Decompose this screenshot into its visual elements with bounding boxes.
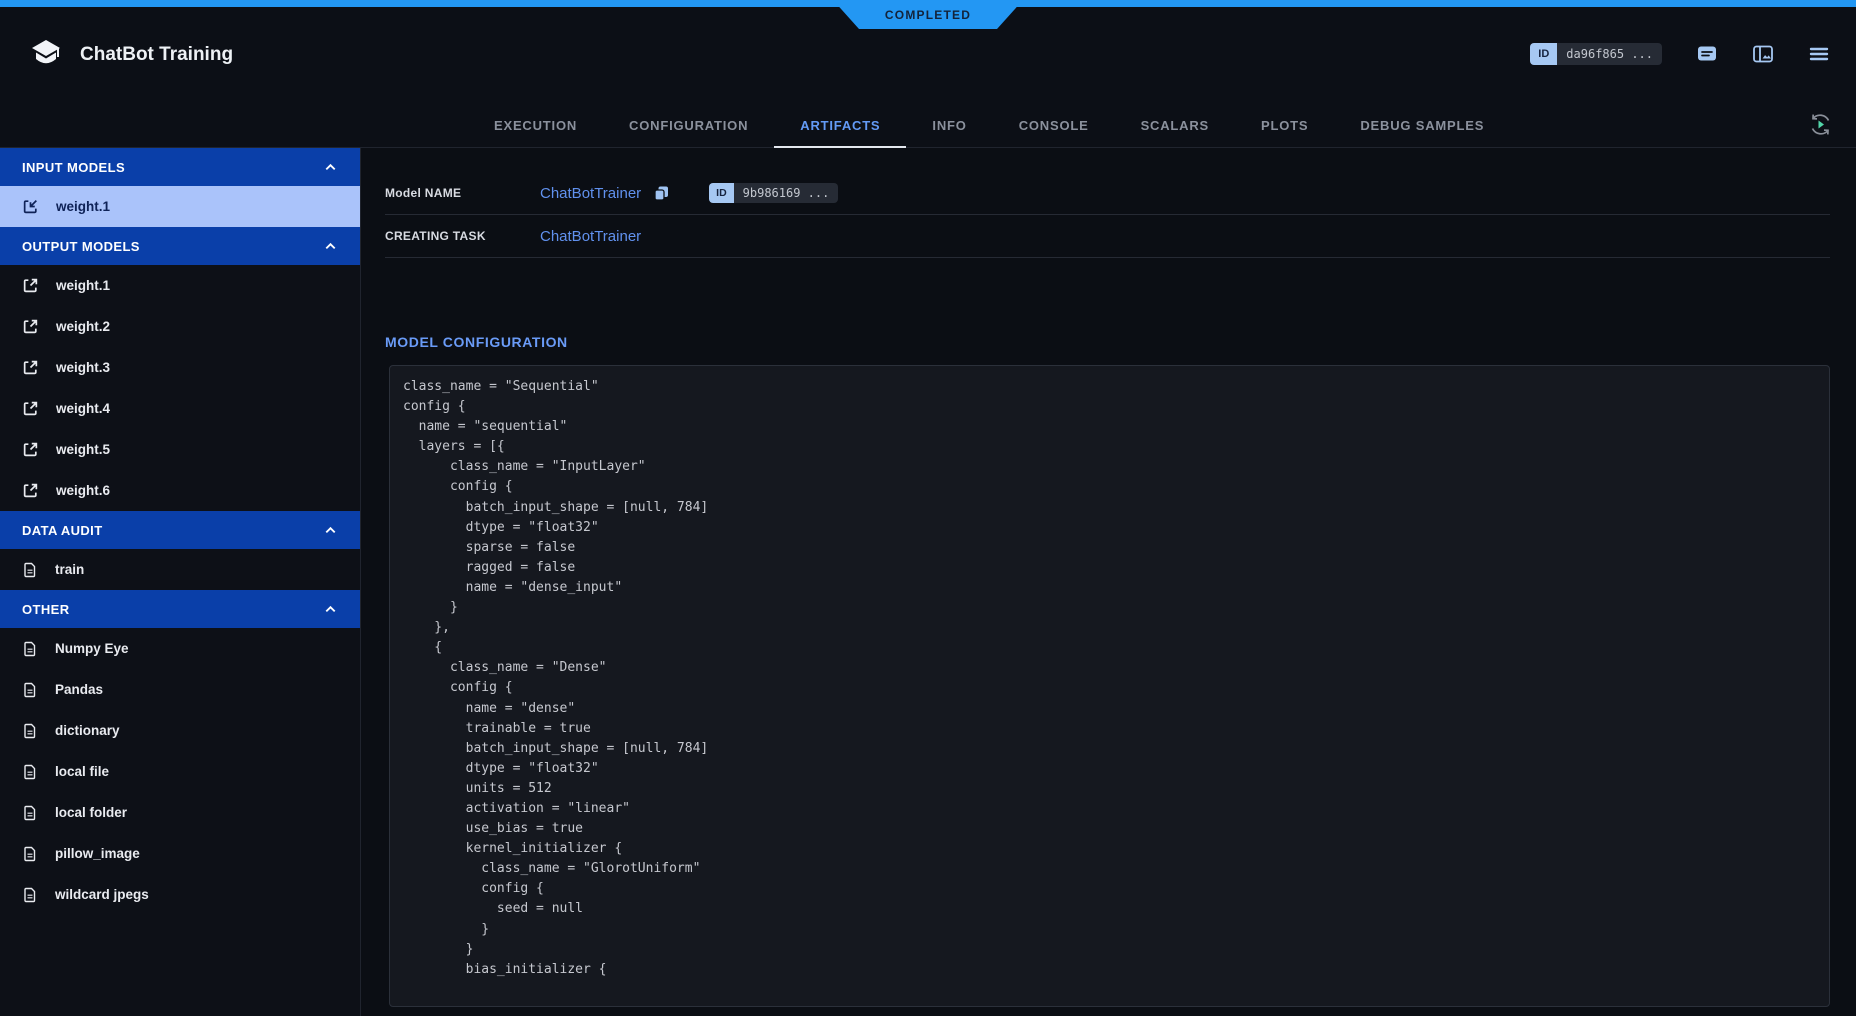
sidebar-item-numpy-eye[interactable]: Numpy Eye (0, 628, 360, 669)
code-text: class_name = "Sequential" config { name … (403, 377, 1816, 980)
sidebar-item-label: local file (55, 764, 109, 779)
sidebar-item-local-folder[interactable]: local folder (0, 792, 360, 833)
chevron-up-icon (323, 160, 338, 175)
import-icon (22, 198, 39, 215)
sidebar-item-pandas[interactable]: Pandas (0, 669, 360, 710)
tab-bar: EXECUTION CONFIGURATION ARTIFACTS INFO C… (468, 103, 1510, 148)
sidebar-item-label: train (55, 562, 84, 577)
tab-configuration[interactable]: CONFIGURATION (603, 103, 774, 148)
sidebar-item-label: wildcard jpegs (55, 887, 149, 902)
copy-icon[interactable] (652, 184, 671, 203)
sidebar-section-output-models[interactable]: OUTPUT MODELS (0, 227, 360, 265)
tab-execution[interactable]: EXECUTION (468, 103, 603, 148)
chevron-up-icon (323, 602, 338, 617)
page-title: ChatBot Training (80, 44, 233, 66)
sidebar-item-label: dictionary (55, 723, 120, 738)
section-title: OTHER (22, 602, 70, 617)
sidebar-item-train[interactable]: train (0, 549, 360, 590)
sidebar-item-label: Numpy Eye (55, 641, 129, 656)
menu-icon[interactable] (1808, 43, 1830, 65)
sidebar-item-output-weight-1[interactable]: weight.1 (0, 265, 360, 306)
sidebar-item-label: Pandas (55, 682, 103, 697)
tab-debug-samples[interactable]: DEBUG SAMPLES (1334, 103, 1510, 148)
creating-task-label: CREATING TASK (385, 229, 540, 243)
id-label: ID (1530, 43, 1557, 65)
status-badge-label: COMPLETED (885, 8, 971, 22)
model-configuration-title: MODEL CONFIGURATION (385, 334, 568, 350)
creating-task-link[interactable]: ChatBotTrainer (540, 228, 641, 245)
sidebar-item-label: pillow_image (55, 846, 140, 861)
sidebar-item-output-weight-6[interactable]: weight.6 (0, 470, 360, 511)
file-icon (22, 682, 38, 698)
section-title: DATA AUDIT (22, 523, 103, 538)
file-icon (22, 887, 38, 903)
export-icon (22, 277, 39, 294)
section-title: OUTPUT MODELS (22, 239, 140, 254)
export-icon (22, 400, 39, 417)
export-icon (22, 482, 39, 499)
export-icon (22, 441, 39, 458)
export-icon (22, 318, 39, 335)
sidebar-item-dictionary[interactable]: dictionary (0, 710, 360, 751)
creating-task-row: CREATING TASK ChatBotTrainer (385, 215, 1830, 258)
sidebar-section-input-models[interactable]: INPUT MODELS (0, 148, 360, 186)
id-value: 9b986169 ... (734, 183, 839, 203)
id-value: da96f865 ... (1557, 43, 1662, 65)
tab-artifacts[interactable]: ARTIFACTS (774, 103, 906, 148)
app-logo-icon (27, 35, 65, 73)
auto-refresh-icon[interactable] (1807, 111, 1834, 138)
tab-info[interactable]: INFO (906, 103, 992, 148)
file-icon (22, 641, 38, 657)
chevron-up-icon (323, 523, 338, 538)
add-tag-label: + ADD TAG (97, 78, 155, 89)
id-label: ID (709, 183, 734, 203)
model-configuration-code[interactable]: class_name = "Sequential" config { name … (389, 365, 1830, 1007)
file-icon (22, 764, 38, 780)
sidebar-section-data-audit[interactable]: DATA AUDIT (0, 511, 360, 549)
sidebar-item-label: weight.1 (56, 199, 110, 214)
model-name-link[interactable]: ChatBotTrainer (540, 185, 641, 202)
sidebar-item-input-weight-1[interactable]: weight.1 (0, 186, 360, 227)
file-icon (22, 723, 38, 739)
artifacts-sidebar: INPUT MODELS weight.1 OUTPUT MODELS weig… (0, 148, 361, 1016)
header-actions: ID da96f865 ... (1530, 43, 1830, 65)
model-name-label: Model NAME (385, 186, 540, 200)
tab-plots[interactable]: PLOTS (1235, 103, 1334, 148)
experiment-id-chip[interactable]: ID da96f865 ... (1530, 43, 1662, 65)
status-badge: COMPLETED (833, 0, 1023, 29)
artifact-detail-pane: Model NAME ChatBotTrainer ID 9b986169 ..… (362, 148, 1856, 1016)
chevron-up-icon (323, 239, 338, 254)
sidebar-item-pillow-image[interactable]: pillow_image (0, 833, 360, 874)
sidebar-section-other[interactable]: OTHER (0, 590, 360, 628)
sidebar-item-local-file[interactable]: local file (0, 751, 360, 792)
sidebar-item-output-weight-3[interactable]: weight.3 (0, 347, 360, 388)
sidebar-item-label: weight.2 (56, 319, 110, 334)
sidebar-item-wildcard-jpegs[interactable]: wildcard jpegs (0, 874, 360, 915)
sidebar-item-label: weight.6 (56, 483, 110, 498)
comments-icon[interactable] (1696, 43, 1718, 65)
export-icon (22, 359, 39, 376)
sidebar-item-label: weight.4 (56, 401, 110, 416)
section-title: INPUT MODELS (22, 160, 125, 175)
sidebar-item-label: local folder (55, 805, 127, 820)
sidebar-item-label: weight.1 (56, 278, 110, 293)
sidebar-item-output-weight-5[interactable]: weight.5 (0, 429, 360, 470)
sidebar-item-label: weight.5 (56, 442, 110, 457)
sidebar-item-output-weight-2[interactable]: weight.2 (0, 306, 360, 347)
model-id-chip[interactable]: ID 9b986169 ... (709, 183, 838, 203)
file-icon (22, 562, 38, 578)
sidebar-item-label: weight.3 (56, 360, 110, 375)
details-panel-icon[interactable] (1752, 43, 1774, 65)
tab-scalars[interactable]: SCALARS (1115, 103, 1235, 148)
file-icon (22, 805, 38, 821)
tab-console[interactable]: CONSOLE (993, 103, 1115, 148)
sidebar-item-output-weight-4[interactable]: weight.4 (0, 388, 360, 429)
model-name-row: Model NAME ChatBotTrainer ID 9b986169 ..… (385, 172, 1830, 215)
model-details: Model NAME ChatBotTrainer ID 9b986169 ..… (385, 172, 1830, 258)
file-icon (22, 846, 38, 862)
